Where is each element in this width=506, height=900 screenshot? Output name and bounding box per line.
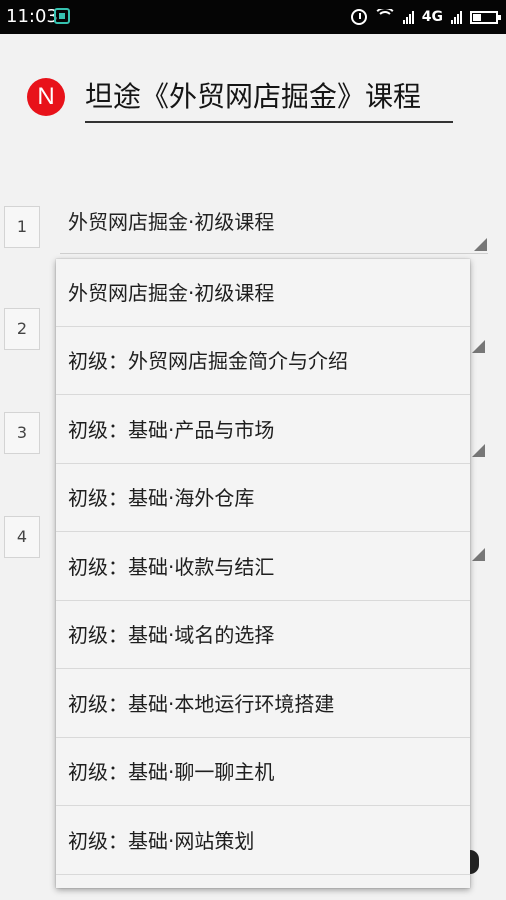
status-bar: 11:03 4G (0, 0, 506, 34)
option-label: 初级：基础·域名的选择 (68, 623, 275, 647)
option-label: 初级：基础·海外仓库 (68, 486, 255, 510)
screenshot-notification-icon (54, 8, 70, 24)
wifi-icon (375, 9, 395, 25)
number-box-2: 2 (4, 308, 40, 350)
network-type: 4G (421, 9, 443, 25)
number-box-4: 4 (4, 516, 40, 558)
signal-icon-2 (451, 10, 462, 24)
page-title: 坦途《外贸网店掘金》课程 (85, 80, 422, 113)
option-label: 初级：基础·产品与市场 (68, 418, 275, 442)
dropdown-option[interactable]: 初级：基础·本地运行环境搭建 (56, 670, 470, 738)
spinner-selected-value[interactable]: 外贸网店掘金·初级课程 (68, 206, 274, 235)
dropdown-option[interactable]: 外贸网店掘金·初级课程 (56, 259, 470, 327)
status-icons: 4G (350, 6, 501, 28)
battery-icon (470, 10, 501, 24)
alarm-icon (350, 9, 367, 25)
dropdown-menu[interactable]: 外贸网店掘金·初级课程 初级：外贸网店掘金简介与介绍 初级：基础·产品与市场 初… (56, 259, 470, 888)
status-time: 11:03 (6, 6, 58, 27)
dropdown-option[interactable]: 初级：基础·聊一聊主机 (56, 738, 470, 806)
dropdown-option[interactable]: 初级：基础·收款与结汇 (56, 533, 470, 601)
spinner-caret-icon[interactable] (474, 238, 487, 251)
floating-button-peek[interactable] (470, 848, 480, 878)
option-label: 初级：外贸网店掘金简介与介绍 (68, 349, 348, 373)
option-label: 初级：基础·聊一聊主机 (68, 760, 275, 784)
dropdown-option[interactable]: 初级：基础·网站策划 (56, 807, 470, 875)
dropdown-option[interactable]: 初级：基础·产品与市场 (56, 396, 470, 464)
option-label: 初级：基础·收款与结汇 (68, 555, 275, 579)
spinner-caret-icon-4[interactable] (472, 548, 485, 561)
option-label: 初级：基础·本地运行环境搭建 (68, 692, 335, 716)
spinner-caret-icon-3[interactable] (472, 444, 485, 457)
dropdown-option[interactable]: 初级：外贸网店掘金简介与介绍 (56, 327, 470, 395)
option-label: 初级：基础·网站策划 (68, 829, 255, 853)
number-box-1: 1 (4, 206, 40, 248)
spinner-caret-icon-2[interactable] (472, 340, 485, 353)
number-box-3: 3 (4, 412, 40, 454)
option-label: 外贸网店掘金·初级课程 (68, 281, 275, 305)
dropdown-option[interactable]: 初级：基础·海外仓库 (56, 464, 470, 532)
spinner-underline (60, 253, 488, 254)
signal-icon (402, 10, 414, 24)
app-logo: N (27, 78, 65, 116)
title-underline (85, 121, 453, 123)
dropdown-option[interactable]: 初级：基础·域名的选择 (56, 601, 470, 669)
